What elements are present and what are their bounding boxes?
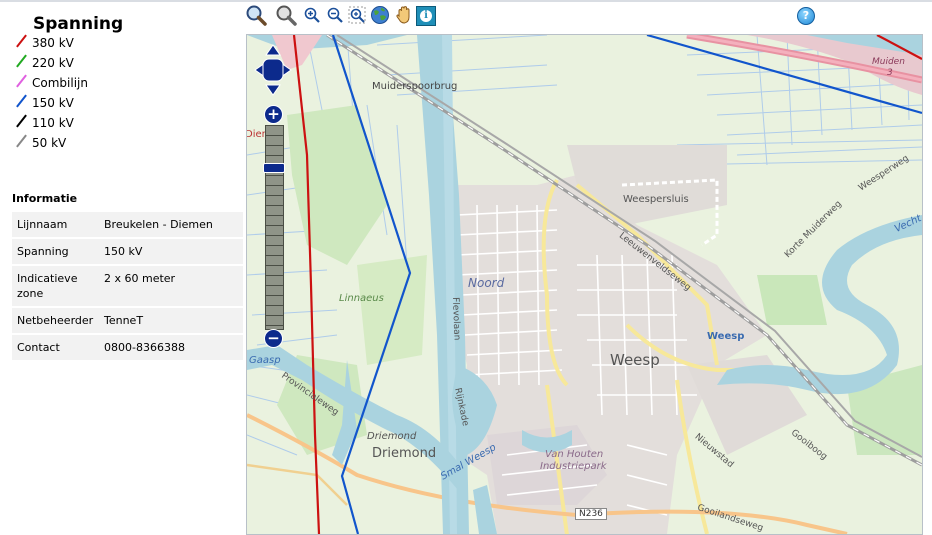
info-value: 2 x 60 meter (99, 266, 243, 306)
zoom-in-icon (304, 7, 320, 23)
table-row: Indicatieve zone 2 x 60 meter (12, 266, 243, 306)
info-key: Lijnnaam (12, 212, 99, 237)
table-row: Spanning 150 kV (12, 239, 243, 264)
info-key: Indicatieve zone (12, 266, 99, 306)
legend-label: 220 kV (32, 56, 74, 70)
zoom-in-plus-button[interactable]: + (264, 105, 283, 124)
globe-icon (371, 6, 389, 24)
identify-button[interactable]: i (416, 6, 436, 26)
legend-item-50kv: 50 kV (12, 134, 240, 154)
info-value: 0800-8366388 (99, 335, 243, 360)
legend-label: 50 kV (32, 136, 67, 150)
info-value: 150 kV (99, 239, 243, 264)
map-label: Van Houten (545, 449, 604, 460)
info-table: Lijnnaam Breukelen - Diemen Spanning 150… (12, 210, 243, 362)
info-key: Netbeheerder (12, 308, 99, 333)
map-label: Gaasp (249, 355, 281, 366)
pan-arrows-icon (254, 44, 292, 96)
pan-button[interactable] (393, 4, 415, 26)
zoom-in-box-button[interactable] (245, 4, 267, 26)
line-swatch-icon (16, 74, 27, 88)
top-divider (0, 0, 932, 2)
info-title: Informatie (12, 192, 78, 205)
map-label: Linnaeus (339, 293, 384, 304)
map-label: Noord (468, 276, 505, 290)
info-key: Spanning (12, 239, 99, 264)
map-label: 3 (887, 68, 893, 78)
table-row: Lijnnaam Breukelen - Diemen (12, 212, 243, 237)
full-extent-button[interactable] (369, 4, 391, 26)
pan-up-icon (265, 44, 281, 56)
legend-item-110kv: 110 kV (12, 114, 240, 134)
legend-item-380kv: 380 kV (12, 34, 240, 54)
legend-label: Combilijn (32, 76, 88, 90)
zoom-out-icon (327, 7, 343, 23)
map-label: Muiderspoorbrug (372, 81, 458, 92)
legend-panel: Spanning 380 kV 220 kV Combilijn 150 kV … (12, 14, 240, 154)
line-swatch-icon (16, 54, 27, 68)
map-label: Driemond (372, 446, 437, 461)
legend-item-combilijn: Combilijn (12, 74, 240, 94)
line-swatch-icon (16, 94, 27, 108)
legend-label: 380 kV (32, 36, 74, 50)
info-icon: i (420, 10, 432, 22)
road-shield: N236 (575, 508, 607, 520)
legend-item-220kv: 220 kV (12, 54, 240, 74)
hand-icon (396, 6, 410, 24)
map-label: Muiden (872, 57, 905, 67)
zoom-out-minus-button[interactable]: − (264, 329, 283, 348)
map-label: Weesp (707, 331, 745, 342)
info-value: TenneT (99, 308, 243, 333)
zoom-slider[interactable]: + − (262, 103, 285, 348)
pan-control (253, 43, 293, 97)
magnifier-plus-icon (246, 5, 267, 26)
table-row: Netbeheerder TenneT (12, 308, 243, 333)
zoom-out-button[interactable] (324, 4, 346, 26)
info-key: Contact (12, 335, 99, 360)
map-label: Industriepark (540, 461, 607, 472)
map-label: Weesp (610, 351, 660, 369)
map-label: Driemond (367, 431, 417, 442)
info-value: Breukelen - Diemen (99, 212, 243, 237)
zoom-track[interactable] (265, 125, 284, 330)
pan-down-icon (265, 84, 281, 96)
legend-item-150kv: 150 kV (12, 94, 240, 114)
magnifier-minus-icon (276, 5, 297, 26)
map-canvas[interactable]: Muiderspoorbrug Muiden 3 Diemen Weespers… (246, 34, 923, 535)
legend-title: Spanning (33, 14, 124, 34)
map-label: Flevolaan (450, 297, 462, 341)
table-row: Contact 0800-8366388 (12, 335, 243, 360)
line-swatch-icon (16, 34, 27, 48)
zoom-in-button[interactable] (301, 4, 323, 26)
legend-label: 110 kV (32, 116, 74, 130)
help-button[interactable]: ? (797, 7, 815, 25)
zoom-extent-button[interactable] (346, 4, 368, 26)
zoom-handle[interactable] (263, 163, 285, 173)
line-swatch-icon (16, 114, 27, 128)
zoom-out-box-button[interactable] (275, 4, 297, 26)
legend-label: 150 kV (32, 96, 74, 110)
zoom-extent-icon (348, 6, 366, 24)
line-swatch-icon (16, 134, 27, 148)
map-label: Weespersluis (623, 194, 689, 205)
